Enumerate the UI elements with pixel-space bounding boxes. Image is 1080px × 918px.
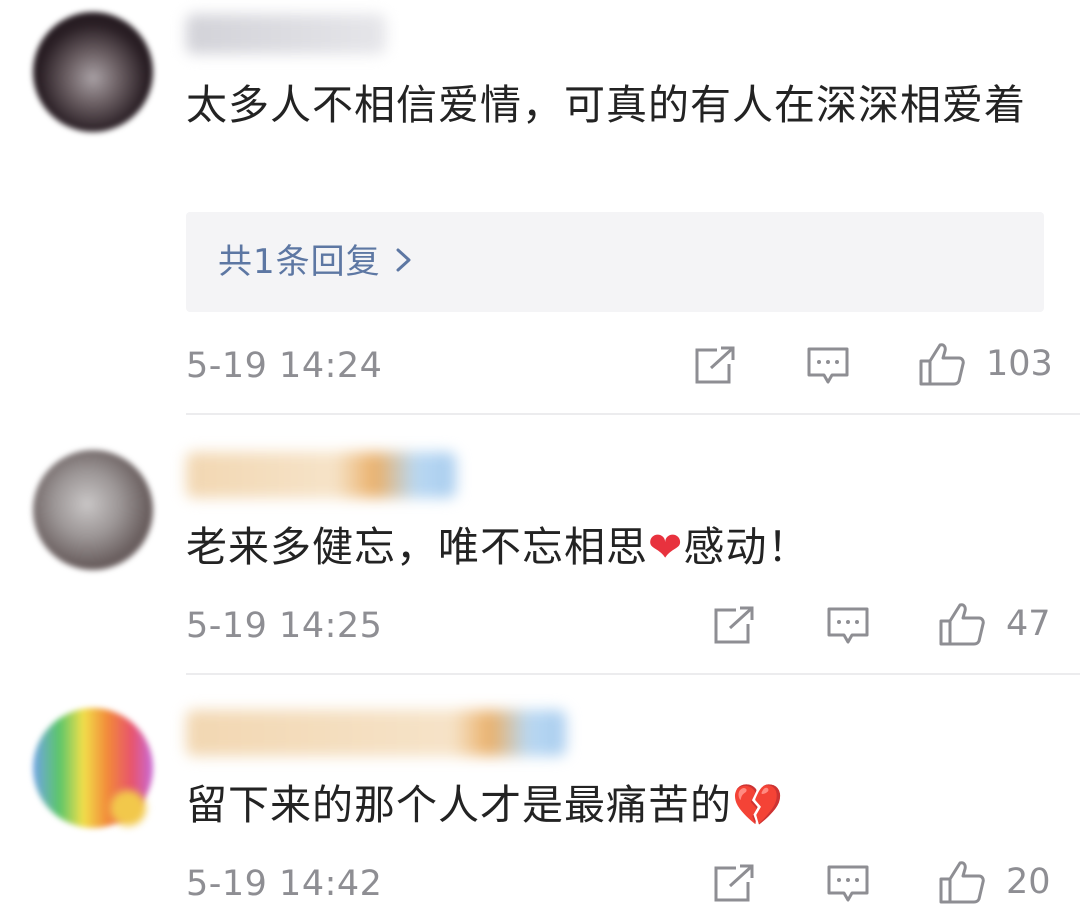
chevron-right-icon xyxy=(395,240,413,284)
view-replies-label: 共1条回复 xyxy=(218,242,381,282)
username-blurred[interactable] xyxy=(186,14,386,54)
thumbs-up-icon xyxy=(938,601,986,647)
comment-timestamp: 5-19 14:25 xyxy=(186,606,383,646)
comment-item: 太多人不相信爱情，可真的有人在深深相爱着 共1条回复 5-19 14:24 10… xyxy=(0,0,1080,414)
comment-icon xyxy=(826,606,870,646)
broken-heart-emoji: 💔 xyxy=(732,781,785,829)
verified-badge-icon xyxy=(110,790,146,826)
thumbs-up-icon xyxy=(938,859,986,905)
share-icon xyxy=(693,346,737,386)
like-count: 47 xyxy=(1006,604,1051,644)
username-blurred[interactable] xyxy=(186,452,456,498)
comment-text-part: 留下来的那个人才是最痛苦的 xyxy=(186,781,732,829)
comment-icon xyxy=(826,864,870,904)
comment-button[interactable] xyxy=(826,862,870,906)
username-blurred[interactable] xyxy=(186,710,566,756)
like-button[interactable]: 47 xyxy=(938,602,1051,646)
avatar[interactable] xyxy=(33,450,153,570)
like-button[interactable]: 20 xyxy=(938,860,1051,904)
share-button[interactable] xyxy=(712,604,756,648)
view-replies-link[interactable]: 共1条回复 xyxy=(218,240,413,284)
comment-button[interactable] xyxy=(806,344,850,388)
comment-text-part: 感动！ xyxy=(683,523,810,571)
comment-button[interactable] xyxy=(826,604,870,648)
comment-text: 留下来的那个人才是最痛苦的💔 xyxy=(186,778,1056,833)
comment-timestamp: 5-19 14:24 xyxy=(186,346,383,386)
share-icon xyxy=(712,864,756,904)
share-button[interactable] xyxy=(693,344,737,388)
comment-text: 太多人不相信爱情，可真的有人在深深相爱着 xyxy=(186,81,1026,129)
comment-icon xyxy=(806,346,850,386)
share-button[interactable] xyxy=(712,862,756,906)
comment-item: 留下来的那个人才是最痛苦的💔 5-19 14:42 20 xyxy=(0,674,1080,918)
like-button[interactable]: 103 xyxy=(918,342,1053,386)
like-count: 103 xyxy=(986,344,1053,384)
comment-text: 老来多健忘，唯不忘相思❤感动！ xyxy=(186,520,1056,575)
comment-text-part: 老来多健忘，唯不忘相思 xyxy=(186,523,648,571)
comment-timestamp: 5-19 14:42 xyxy=(186,864,383,904)
comment-item: 老来多健忘，唯不忘相思❤感动！ 5-19 14:25 47 xyxy=(0,414,1080,674)
red-heart-emoji: ❤ xyxy=(648,523,684,571)
share-icon xyxy=(712,606,756,646)
like-count: 20 xyxy=(1006,862,1051,902)
thumbs-up-icon xyxy=(918,341,966,387)
avatar[interactable] xyxy=(33,12,153,132)
reply-preview-box[interactable]: 共1条回复 xyxy=(186,212,1044,312)
